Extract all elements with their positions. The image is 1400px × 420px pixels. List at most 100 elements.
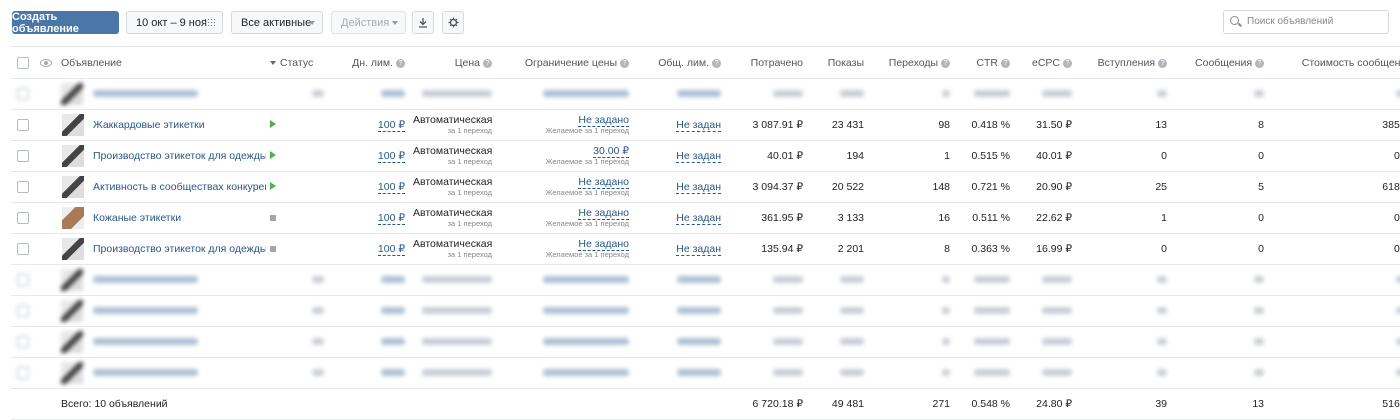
help-icon[interactable]: ?: [483, 58, 493, 68]
row-checkbox[interactable]: [17, 150, 29, 163]
column-ctr-label: CTR: [976, 56, 999, 69]
help-icon[interactable]: ?: [620, 58, 630, 68]
total-spent: 6 720.18 ₽: [752, 398, 804, 410]
ad-name-link[interactable]: Активность в сообществах конкурен...: [93, 181, 266, 193]
row-select-cell: [11, 109, 35, 141]
total-limit-link[interactable]: Не задан: [676, 243, 722, 256]
ad-thumbnail[interactable]: [62, 145, 84, 167]
total-limit-link[interactable]: Не задан: [676, 181, 722, 194]
ctr-cell: 0.363 %: [954, 233, 1015, 265]
totals-empty: [266, 388, 329, 420]
row-visibility-cell: [35, 109, 57, 141]
help-icon[interactable]: ?: [1063, 58, 1073, 68]
stop-icon[interactable]: [270, 215, 277, 221]
price-value: Автоматическая: [413, 207, 493, 219]
row-thumb-cell: [57, 109, 89, 141]
actions-label: Действия: [341, 16, 390, 29]
column-message-cost[interactable]: Стоимость сообщения?: [1268, 46, 1400, 79]
help-icon[interactable]: ?: [1255, 58, 1265, 68]
price-cell: Автоматическая за 1 переход: [409, 171, 497, 203]
ctr-value: 0.511 %: [972, 212, 1011, 224]
eye-icon[interactable]: [40, 58, 52, 67]
ad-thumbnail[interactable]: [62, 176, 84, 198]
impressions-value: 23 431: [831, 119, 865, 131]
daily-limit-cell: 100 ₽: [328, 140, 410, 172]
row-visibility-cell: [35, 202, 57, 234]
impressions-value: 2 201: [837, 243, 865, 255]
daily-limit-link[interactable]: 100 ₽: [377, 212, 406, 225]
spent-value: 135.94 ₽: [761, 243, 804, 255]
message-cost-value: 0.00 ₽: [1393, 243, 1400, 255]
ad-thumbnail[interactable]: [62, 238, 84, 260]
row-checkbox[interactable]: [17, 181, 29, 194]
download-icon: [419, 18, 427, 28]
settings-button[interactable]: [442, 11, 464, 34]
total-ctr-cell: 0.548 %: [954, 388, 1015, 420]
row-checkbox[interactable]: [17, 212, 29, 225]
select-all-checkbox[interactable]: [17, 56, 29, 69]
column-impressions[interactable]: Показы: [807, 46, 869, 79]
column-price-limit[interactable]: Ограничение цены?: [496, 46, 634, 79]
price-cell: Автоматическая за 1 переход: [409, 202, 497, 234]
column-clicks-label: Переходы: [888, 56, 939, 69]
totals-empty: [35, 388, 57, 420]
row-checkbox[interactable]: [17, 243, 29, 256]
messages-cell: 0: [1171, 233, 1269, 265]
ad-thumbnail[interactable]: [62, 207, 84, 229]
column-ecpc[interactable]: eCPC?: [1014, 46, 1077, 79]
daily-limit-link[interactable]: 100 ₽: [377, 119, 406, 132]
ad-name-link[interactable]: Кожаные этикетки: [93, 212, 181, 224]
date-range-picker[interactable]: 10 окт – 9 ноя: [126, 11, 223, 34]
total-limit-link[interactable]: Не задан: [676, 150, 722, 163]
total-message-cost: 516.94 ₽: [1382, 398, 1400, 410]
spent-cell: 3 094.37 ₽: [725, 171, 808, 203]
ctr-value: 0.515 %: [971, 150, 1011, 162]
column-ctr[interactable]: CTR?: [954, 46, 1015, 79]
download-button[interactable]: [412, 11, 434, 34]
daily-limit-link[interactable]: 100 ₽: [377, 243, 406, 256]
help-icon[interactable]: ?: [712, 58, 722, 68]
column-daily-limit[interactable]: Дн. лим.?: [328, 46, 410, 79]
select-all-cell: [11, 46, 35, 79]
play-icon[interactable]: [270, 182, 277, 190]
play-icon[interactable]: [270, 120, 277, 128]
help-icon[interactable]: ?: [1001, 58, 1011, 68]
column-messages[interactable]: Сообщения?: [1171, 46, 1269, 79]
search-box[interactable]: [1223, 10, 1389, 34]
column-clicks[interactable]: Переходы?: [868, 46, 955, 79]
total-limit-link[interactable]: Не задан: [676, 119, 722, 132]
clicks-cell: 148: [868, 171, 955, 203]
messages-value: 0: [1258, 150, 1265, 162]
help-icon[interactable]: ?: [1158, 58, 1168, 68]
help-icon[interactable]: ?: [941, 58, 951, 68]
ctr-value: 0.363 %: [971, 243, 1011, 255]
play-icon[interactable]: [270, 151, 277, 159]
ad-thumbnail[interactable]: [62, 114, 84, 136]
column-total-limit[interactable]: Общ. лим.?: [633, 46, 726, 79]
total-limit-link[interactable]: Не задан: [676, 212, 722, 225]
ad-name-link[interactable]: Производство этикеток для одежды ...: [93, 150, 266, 162]
column-ad[interactable]: Объявление: [57, 46, 267, 79]
daily-limit-link[interactable]: 100 ₽: [377, 150, 406, 163]
totals-empty: [409, 388, 497, 420]
column-price[interactable]: Цена?: [409, 46, 497, 79]
search-input[interactable]: [1245, 15, 1387, 28]
row-checkbox[interactable]: [17, 119, 29, 132]
price-limit-cell: Не задано Желаемое за 1 переход: [496, 202, 634, 234]
column-spent[interactable]: Потрачено: [725, 46, 808, 79]
column-daily-limit-label: Дн. лим.: [352, 56, 394, 69]
ecpc-value: 40.01 ₽: [1036, 150, 1073, 162]
help-icon[interactable]: ?: [396, 58, 406, 68]
stop-icon[interactable]: [270, 246, 277, 252]
column-status[interactable]: Статус: [266, 46, 329, 79]
daily-limit-link[interactable]: 100 ₽: [377, 181, 406, 194]
status-filter-dropdown[interactable]: Все активные: [231, 11, 323, 34]
actions-dropdown[interactable]: Действия: [331, 11, 406, 34]
ad-name-link[interactable]: Жаккардовые этикетки: [93, 119, 205, 131]
row-select-cell: [11, 202, 35, 234]
create-ad-button[interactable]: Создать объявление: [12, 11, 119, 35]
total-message-cost-cell: 516.94 ₽: [1268, 388, 1400, 420]
ad-name-link[interactable]: Производство этикеток для одежды ...: [93, 243, 266, 255]
row-select-cell: [11, 233, 35, 265]
column-joins[interactable]: Вступления?: [1076, 46, 1172, 79]
